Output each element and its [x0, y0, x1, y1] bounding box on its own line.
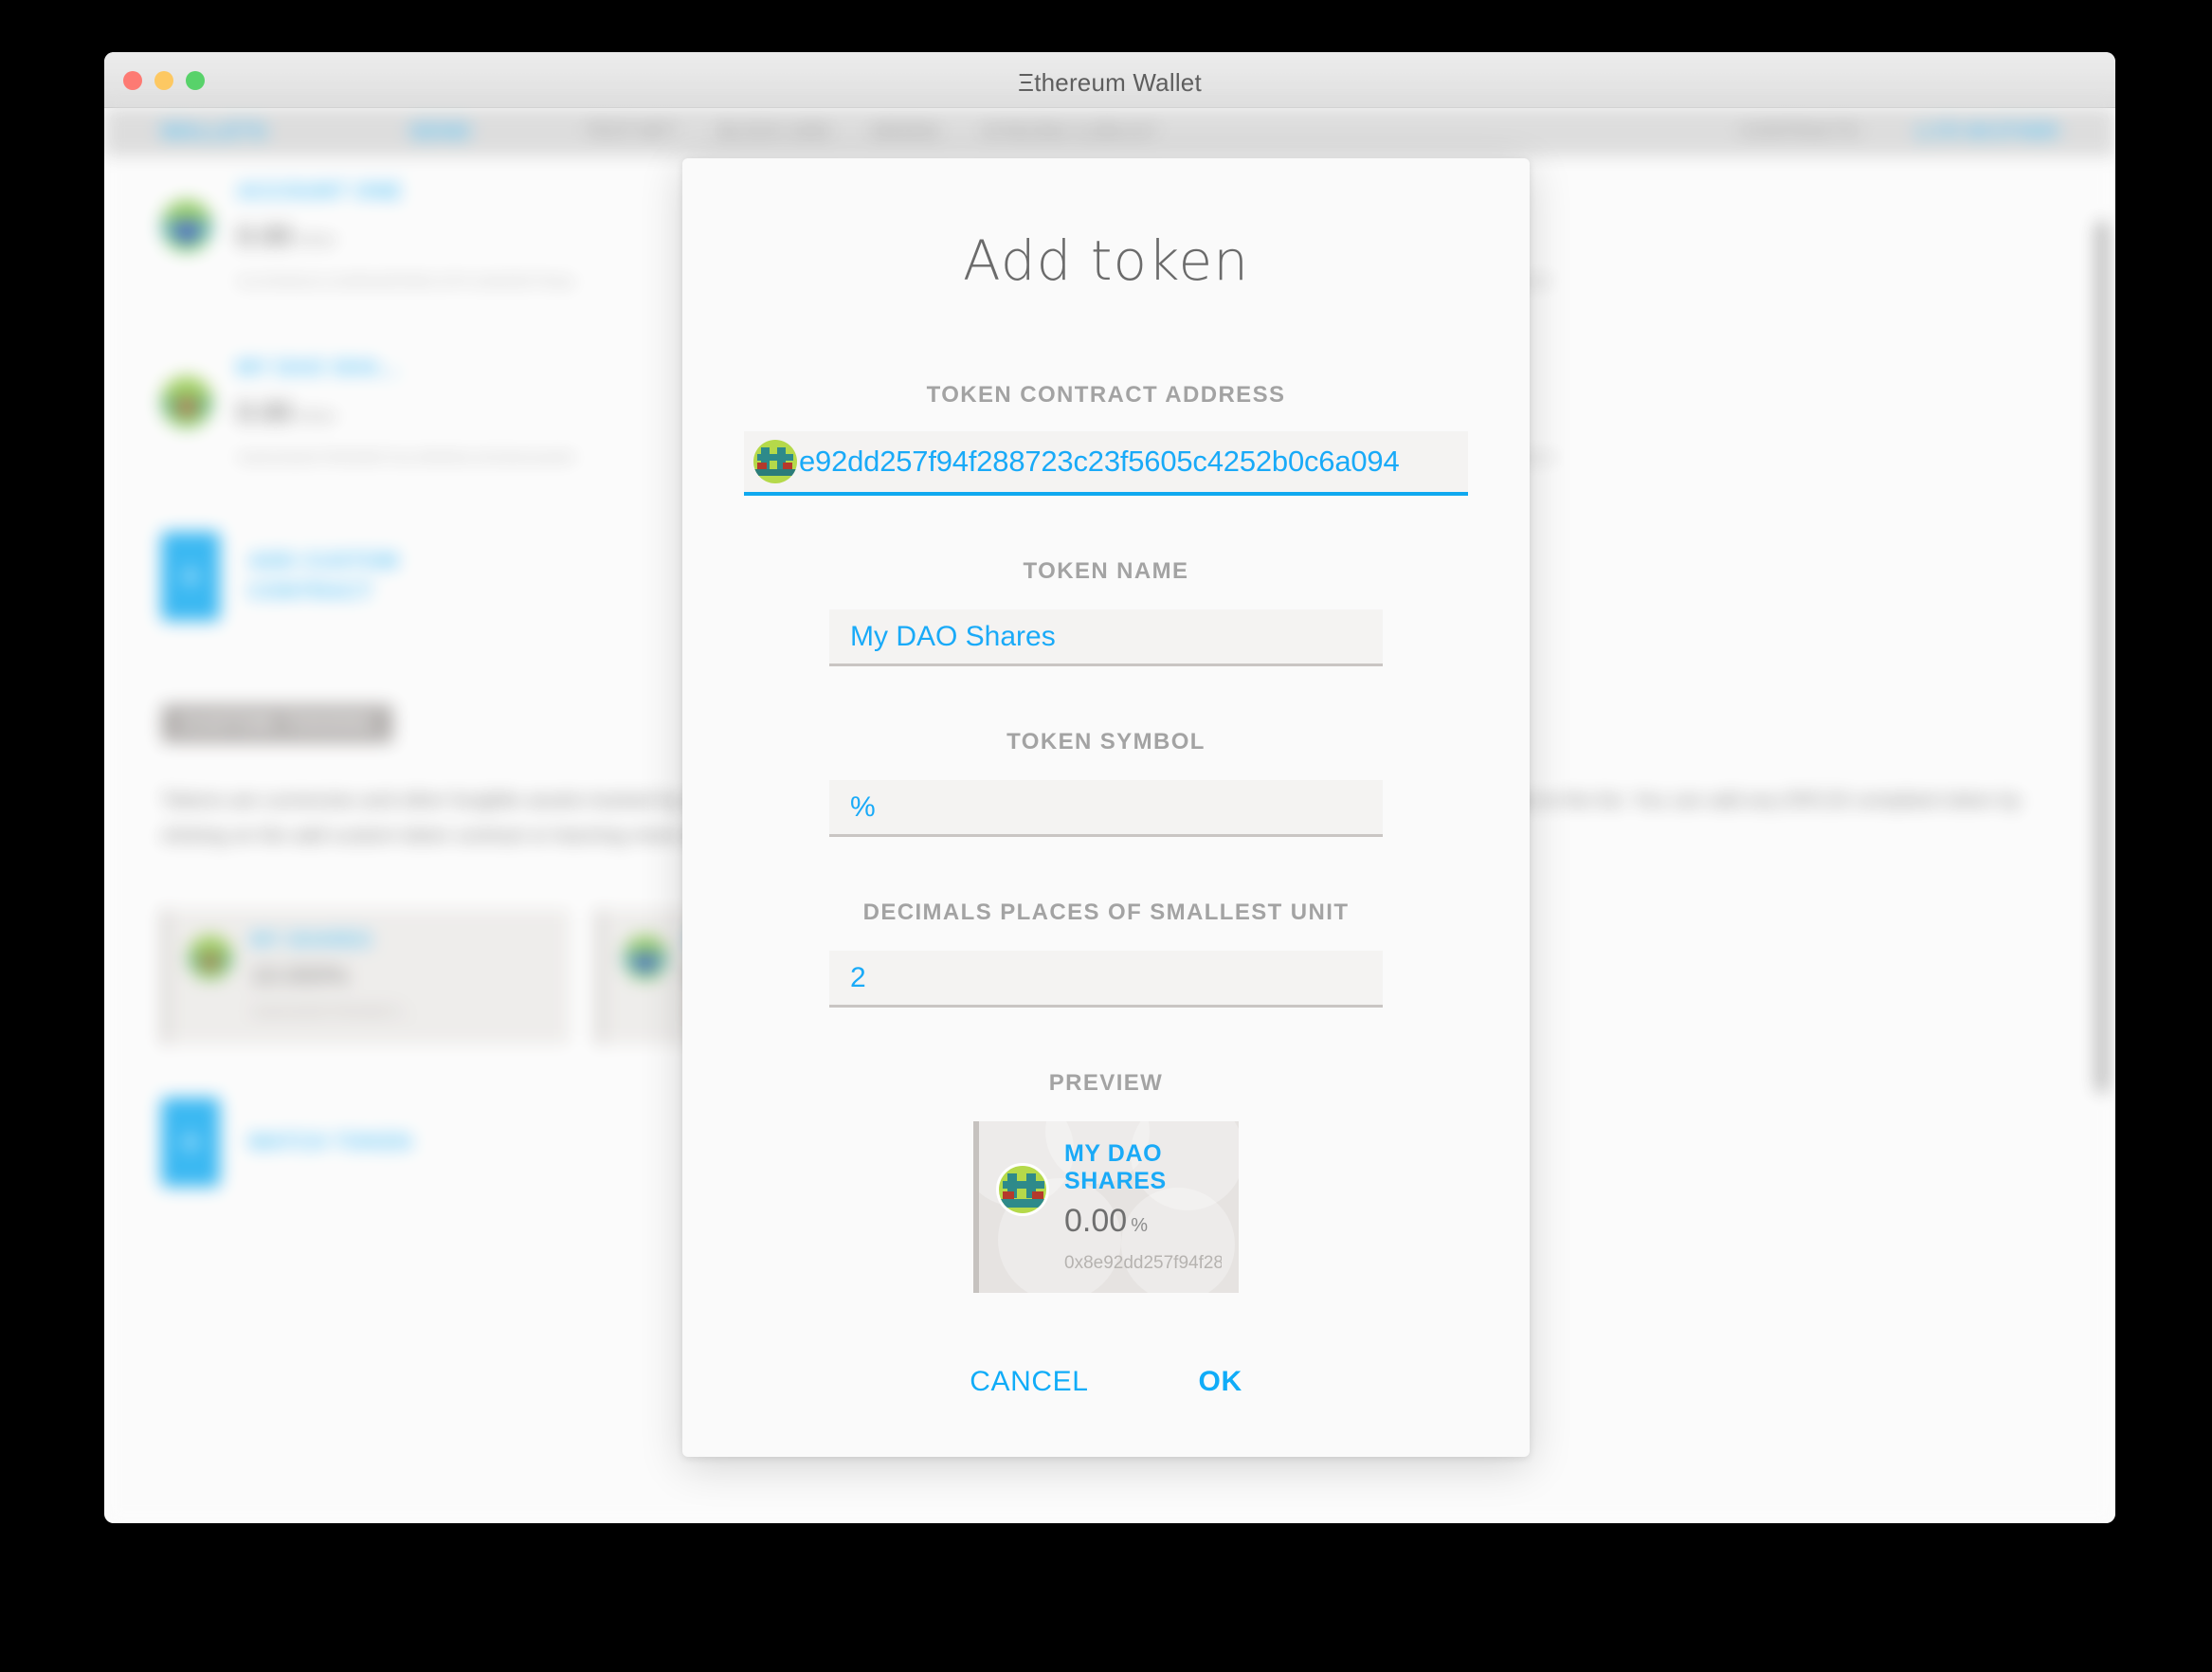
nav-contracts-link[interactable]: CONTRACTS: [1740, 121, 1858, 143]
token-name-input[interactable]: My DAO Shares: [829, 609, 1383, 666]
nav-tab-wallets[interactable]: WALLETS: [161, 119, 267, 144]
token-name: MY SHARES: [251, 929, 372, 951]
contract-address-label: TOKEN CONTRACT ADDRESS: [926, 382, 1286, 408]
vertical-scrollbar[interactable]: [2096, 221, 2108, 1093]
plus-icon: [161, 532, 220, 621]
account-balance-value: 0.00: [237, 221, 293, 252]
account-blockie-icon: [161, 376, 212, 427]
nav-status-testnet: TEST-NET: [585, 120, 677, 142]
preview-label: PREVIEW: [1048, 1070, 1164, 1096]
field-decimals: DECIMALS PLACES OF SMALLEST UNIT 2: [682, 900, 1530, 1008]
token-symbol-input[interactable]: %: [829, 780, 1383, 837]
token-tile[interactable]: MY SHARES 10.000% 0x8e92dd257f94f28872…: [161, 908, 570, 1045]
preview-token-name: MY DAO SHARES: [1064, 1140, 1167, 1194]
account-blockie-icon: [161, 200, 212, 251]
field-token-name: TOKEN NAME My DAO Shares: [682, 558, 1530, 666]
account-balance-unit: ether: [298, 230, 337, 249]
ok-button[interactable]: OK: [1199, 1366, 1242, 1398]
preview-token-tile: MY DAO SHARES 0.00% 0x8e92dd257f94f28872…: [973, 1121, 1239, 1293]
token-symbol-label: TOKEN SYMBOL: [1006, 729, 1206, 754]
nav-status-group: TEST-NET BLOCK 2450 MINING SYNCING 4,289…: [585, 121, 1157, 143]
nav-status-block: BLOCK 2450: [717, 120, 830, 142]
nav-tab-send[interactable]: SEND: [409, 119, 471, 144]
preview-token-address: 0x8e92dd257f94f28872…: [1064, 1253, 1222, 1273]
nav-tabs: WALLETS SEND: [161, 119, 471, 144]
decimals-label: DECIMALS PLACES OF SMALLEST UNIT: [862, 900, 1350, 925]
contract-address-value: e92dd257f94f288723c23f5605c4252b0c6a094: [799, 445, 1400, 478]
account-balance-unit: ether: [298, 407, 337, 426]
account-balance-value: 0.00: [237, 397, 293, 428]
watch-token-label: WATCH TOKEN: [248, 1129, 412, 1154]
nav-status-mining: MINING: [871, 120, 940, 142]
preview-token-balance: 0.00%: [1064, 1203, 1222, 1240]
contract-blockie-icon: [753, 440, 797, 483]
preview-blockie-icon: [996, 1163, 1049, 1216]
cancel-button[interactable]: CANCEL: [970, 1366, 1088, 1398]
decimals-input[interactable]: 2: [829, 951, 1383, 1008]
custom-tokens-badge: CUSTOM TOKENS: [161, 704, 393, 743]
token-blockie-icon: [624, 935, 667, 979]
window-title: Ξthereum Wallet: [1018, 68, 1202, 97]
token-balance: 10.000%: [251, 960, 349, 990]
field-contract-address: TOKEN CONTRACT ADDRESS e92dd257f94f28872…: [682, 382, 1530, 496]
field-preview: PREVIEW MY DAO SHARES 0.00 % 0x8e92dd257…: [682, 1070, 1530, 1293]
token-name-label: TOKEN NAME: [1023, 558, 1189, 584]
dialog-title: Add token: [963, 228, 1249, 293]
preview-balance-symbol: %: [1131, 1215, 1148, 1236]
nav-total-balance: 1,737.08 ETHER: [1914, 120, 2058, 142]
preview-balance-value: 0.00: [1064, 1203, 1128, 1239]
dialog-actions: CANCEL OK: [682, 1366, 1530, 1398]
contract-address-input[interactable]: e92dd257f94f288723c23f5605c4252b0c6a094: [744, 431, 1468, 496]
nav-right-group: CONTRACTS 1,737.08 ETHER: [1740, 121, 2058, 143]
app-navbar: WALLETS SEND TEST-NET BLOCK 2450 MINING …: [104, 107, 2115, 156]
window-titlebar: Ξthereum Wallet: [104, 52, 2115, 108]
token-address: 0x8e92dd257f94f28872…: [251, 1003, 415, 1020]
nav-status-syncing: SYNCING 4,289,417: [981, 120, 1158, 142]
token-blockie-icon: [189, 935, 232, 979]
add-token-dialog: Add token TOKEN CONTRACT ADDRESS e92dd25…: [682, 158, 1530, 1457]
screen: Ξthereum Wallet WALLETS SEND TEST-NET BL…: [0, 0, 2212, 1672]
add-custom-contract-label: ADD CUSTOM CONTRACT: [248, 549, 399, 603]
plus-icon: [161, 1097, 220, 1187]
field-token-symbol: TOKEN SYMBOL %: [682, 729, 1530, 837]
